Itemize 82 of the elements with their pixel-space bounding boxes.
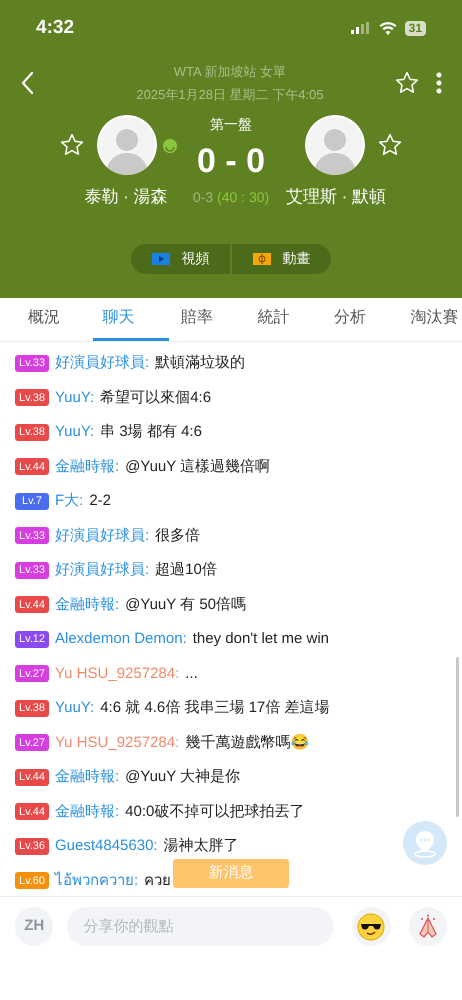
level-badge: Lv.44 [15,768,49,786]
media-button[interactable]: 視頻 [131,244,230,274]
sunglasses-face-icon [357,912,386,940]
message-text: 湯神太胖了 [164,836,239,856]
message-text: @YuuY 有 50倍嗎 [125,594,246,614]
level-badge: Lv.36 [15,838,49,855]
player-name: 泰勒 · 湯森 [84,186,168,208]
message-text: 2-2 [89,491,112,511]
level-badge: Lv.27 [15,665,49,682]
level-badge: Lv.60 [15,872,49,890]
more-icon[interactable] [436,71,442,95]
message-text: 40:0破不掉可以把球拍丟了 [125,802,304,822]
username[interactable]: YuuY: [55,421,94,444]
message-text: 希望可以來個4:6 [100,388,212,408]
level-badge: Lv.38 [15,424,49,441]
wifi-icon [378,22,397,34]
tab[interactable]: 聊天 [92,298,169,341]
tab[interactable]: 概況 [16,298,92,341]
username[interactable]: 金融時報: [55,766,120,788]
message-text: ... [185,664,198,684]
username[interactable]: Alexdemon Demon: [55,628,187,650]
star-icon[interactable] [394,70,420,96]
level-badge: Lv.27 [15,734,49,752]
level-badge: Lv.33 [15,354,49,372]
username[interactable]: Guest4845630: [55,835,158,858]
level-badge: Lv.44 [15,803,49,820]
comment-field[interactable]: 分享你的觀點 [67,907,334,946]
message-text: 幾千萬遊戲幣嗎😂 [185,732,310,752]
username[interactable]: 好演員好球員: [55,524,150,547]
username[interactable]: Yu HSU_9257284: [55,662,180,685]
level-badge: Lv.38 [15,389,49,406]
event-title: WTA 新加坡站 女單 [174,62,286,80]
tab[interactable]: 統計 [246,298,322,341]
set-label: 第一盤 [210,115,252,134]
avatar [305,115,365,175]
message-text: they don't let me win [192,629,330,649]
player-name: 艾理斯 · 默頓 [286,186,386,208]
message-text: 4:6 就 4.6倍 我串三場 17倍 差這場 [100,698,330,718]
username[interactable]: YuuY: [55,386,94,409]
level-badge: Lv.12 [15,630,49,648]
sunglasses-emoji-button[interactable] [352,907,391,946]
message-text: 串 3場 都有 4:6 [100,422,202,442]
point-score: (40 : 30) [217,188,270,207]
level-badge: Lv.44 [15,458,49,476]
star-icon[interactable] [59,132,85,158]
media-button[interactable]: 動畫 [232,244,331,274]
star-icon[interactable] [377,132,403,158]
message-text: @YuuY 大神是你 [125,767,240,787]
tab[interactable]: 分析 [322,298,398,341]
username[interactable]: Yu HSU_9257284: [55,732,180,754]
level-badge: Lv.33 [15,527,49,544]
level-badge: Lv.7 [15,492,49,510]
username[interactable]: 金融時報: [55,800,120,823]
match-datetime: 2025年1月28日 星期二 下午4:05 [136,86,324,104]
username[interactable]: 好演員好球員: [55,559,150,582]
tab[interactable]: 淘汰賽 [398,298,462,341]
match-score: 0 - 0 [196,141,266,182]
username[interactable]: 金融時報: [55,594,120,616]
message-text: 很多倍 [155,526,200,546]
back-icon[interactable] [20,71,34,95]
level-badge: Lv.33 [15,562,49,579]
signal-icon [350,22,371,34]
tab[interactable]: 賠率 [169,298,246,341]
avatar [97,115,157,175]
game-score: 0-3 [192,188,214,207]
message-text: 超過10倍 [155,560,217,580]
status-time: 4:32 [36,16,74,40]
username[interactable]: 好演員好球員: [55,352,150,374]
pitch-icon [252,252,270,264]
username[interactable]: YuuY: [55,697,94,720]
message-text: 默頓滿垃圾的 [155,353,246,373]
battery-indicator: 31 [404,20,426,36]
username[interactable]: 金融時報: [55,456,120,478]
username[interactable]: ไอ้พวกควาย: [55,870,138,892]
pray-emoji-button[interactable] [408,907,447,946]
username[interactable]: F大: [55,490,84,512]
level-badge: Lv.44 [15,596,49,614]
message-text: ควย [144,870,172,890]
play-icon [152,252,170,264]
language-button[interactable]: ZH [15,907,54,946]
level-badge: Lv.38 [15,700,49,717]
message-text: @YuuY 這樣過幾倍啊 [125,456,270,476]
